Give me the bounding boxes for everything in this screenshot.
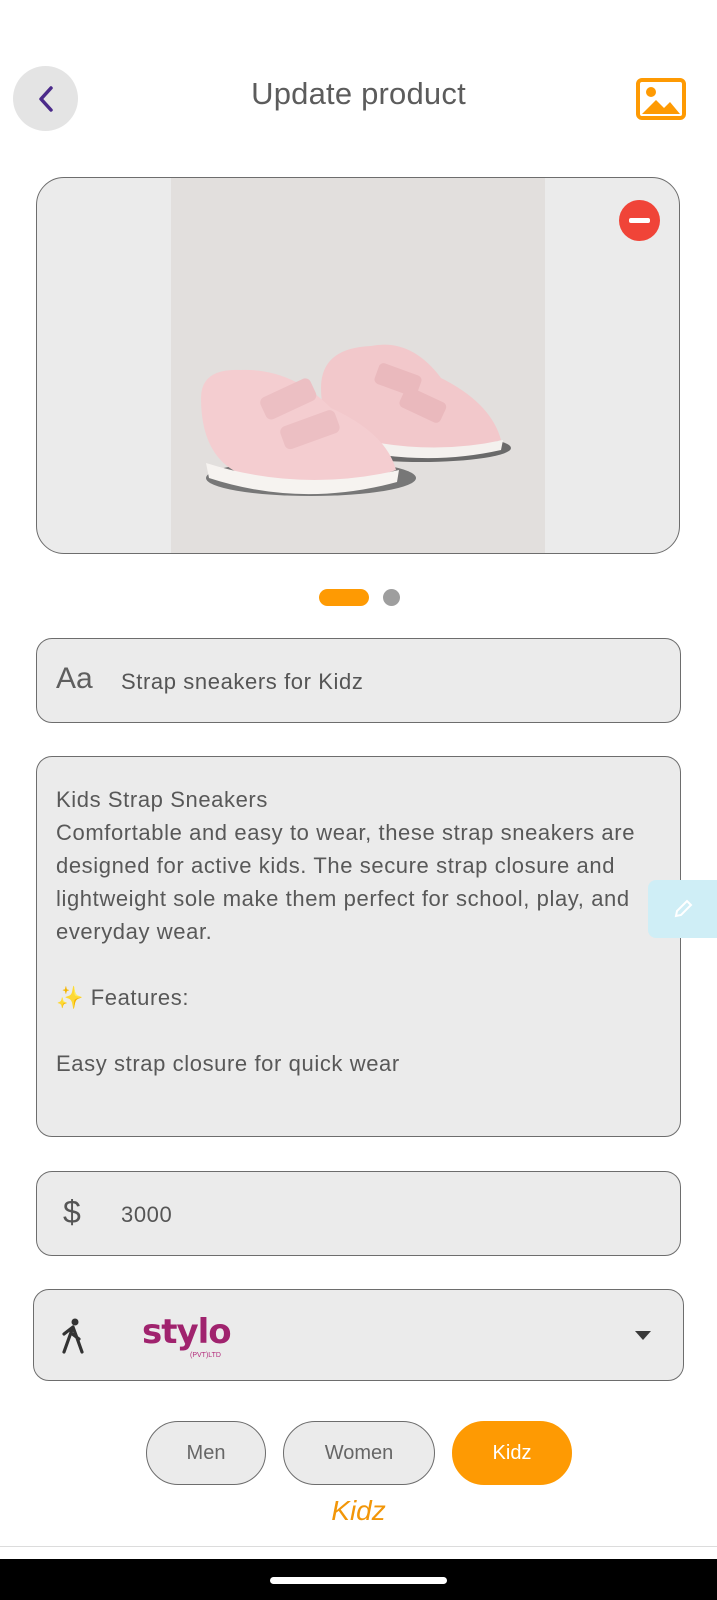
category-chip-men[interactable]: Men — [146, 1421, 266, 1485]
pencil-icon — [674, 899, 692, 918]
dropdown-arrow-icon[interactable] — [635, 1331, 651, 1340]
brand-logo: stylo (PVT)LTD — [142, 1312, 232, 1359]
product-photo — [171, 178, 545, 553]
price-field[interactable]: $ 3000 — [36, 1171, 681, 1256]
carousel-dot-active[interactable] — [319, 588, 369, 606]
selected-category-label: Kidz — [331, 1495, 386, 1526]
product-name-field[interactable]: Aa Strap sneakers for Kidz — [36, 638, 681, 723]
sneakers-image — [201, 344, 511, 496]
home-indicator[interactable] — [270, 1577, 447, 1584]
brand-logo-subtext: (PVT)LTD — [190, 1352, 221, 1359]
walking-person-icon — [62, 1318, 84, 1354]
image-icon — [636, 78, 686, 120]
dollar-icon: $ — [63, 1194, 81, 1230]
category-chip-women[interactable]: Women — [283, 1421, 435, 1485]
page-title: Update product — [251, 76, 466, 111]
divider — [0, 1546, 717, 1547]
text-format-icon: Aa — [56, 662, 93, 695]
description-input[interactable]: Kids Strap Sneakers Comfortable and easy… — [56, 783, 656, 1080]
gallery-button[interactable] — [636, 78, 686, 120]
brand-logo-text: stylo — [142, 1312, 232, 1352]
price-input[interactable]: 3000 — [121, 1202, 172, 1228]
category-chip-kidz[interactable]: Kidz — [452, 1421, 572, 1485]
brand-dropdown[interactable]: stylo (PVT)LTD — [33, 1289, 684, 1381]
edit-button[interactable] — [648, 880, 717, 938]
product-image-carousel[interactable] — [36, 177, 680, 554]
carousel-indicator — [319, 588, 400, 606]
product-name-input[interactable]: Strap sneakers for Kidz — [121, 669, 363, 695]
description-field[interactable]: Kids Strap Sneakers Comfortable and easy… — [36, 756, 681, 1137]
carousel-dot[interactable] — [383, 588, 400, 606]
remove-image-button[interactable] — [619, 200, 660, 241]
